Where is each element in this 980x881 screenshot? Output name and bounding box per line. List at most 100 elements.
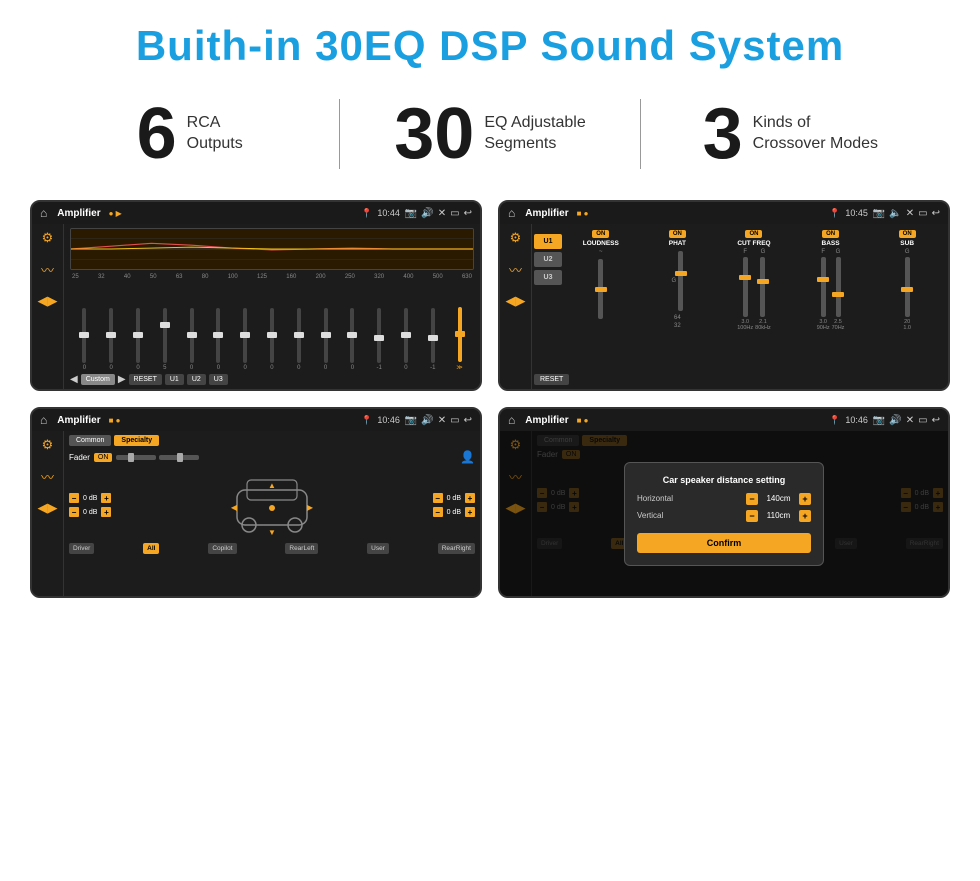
dsp-bass-on[interactable]: ON bbox=[822, 230, 839, 238]
eq-sidebar-icon-2[interactable]: 〰 bbox=[41, 260, 54, 279]
dsp-bass-slider-g[interactable] bbox=[836, 257, 841, 317]
fader-sidebar-icon-1[interactable]: ⚙ bbox=[42, 437, 54, 453]
fader-home-icon[interactable]: ⌂ bbox=[40, 413, 47, 427]
fader-h-track-2[interactable] bbox=[159, 455, 199, 460]
eq-slider-10[interactable] bbox=[324, 308, 328, 363]
db-plus-rr[interactable]: + bbox=[465, 507, 475, 517]
svg-text:▶: ▶ bbox=[307, 503, 314, 512]
dsp-sidebar-icon-1[interactable]: ⚙ bbox=[510, 230, 522, 246]
dsp-sub-on[interactable]: ON bbox=[899, 230, 916, 238]
dialog-vertical-minus[interactable]: − bbox=[746, 510, 758, 522]
dialog-horizontal-value: 140cm bbox=[761, 494, 796, 503]
db-minus-fr[interactable]: − bbox=[433, 493, 443, 503]
dsp-screen-title: Amplifier bbox=[525, 208, 568, 219]
eq-sidebar-icon-1[interactable]: ⚙ bbox=[42, 230, 54, 246]
dsp-sidebar-icon-2[interactable]: 〰 bbox=[509, 260, 522, 279]
car-diagram: ▲ ▼ ◀ ▶ bbox=[117, 470, 426, 540]
fader-screen-title: Amplifier bbox=[57, 415, 100, 426]
fader-sidebar-icon-3[interactable]: ◀▶ bbox=[38, 500, 58, 516]
dialog-vertical-ctrl: − 110cm + bbox=[746, 510, 811, 522]
eq-reset-btn[interactable]: RESET bbox=[129, 374, 162, 385]
sp-btn-driver[interactable]: Driver bbox=[69, 543, 94, 554]
dsp-home-icon[interactable]: ⌂ bbox=[508, 206, 515, 220]
db-plus-fr[interactable]: + bbox=[465, 493, 475, 503]
db-minus-fl[interactable]: − bbox=[69, 493, 79, 503]
dialog-home-icon[interactable]: ⌂ bbox=[508, 413, 515, 427]
eq-next-btn[interactable]: ▶ bbox=[118, 374, 126, 385]
dsp-u3-btn[interactable]: U3 bbox=[534, 270, 562, 285]
eq-slider-3[interactable] bbox=[136, 308, 140, 363]
eq-sidebar-icon-3[interactable]: ◀▶ bbox=[38, 293, 58, 309]
dialog-vertical-plus[interactable]: + bbox=[799, 510, 811, 522]
back-icon: ↩ bbox=[464, 208, 472, 219]
dsp-cutfreq-on[interactable]: ON bbox=[745, 230, 762, 238]
close-icon: ✕ bbox=[438, 208, 446, 219]
dialog-horizontal-plus[interactable]: + bbox=[799, 493, 811, 505]
dsp-sub-group: ON SUB G 20 1.0 bbox=[870, 230, 944, 383]
fader-h-track-1[interactable] bbox=[116, 455, 156, 460]
dsp-controls-area: ON LOUDNESS ~ ON PHAT G 64 bbox=[562, 228, 946, 385]
dsp-loudness-on[interactable]: ON bbox=[592, 230, 609, 238]
fader-sidebar-icon-2[interactable]: 〰 bbox=[41, 467, 54, 486]
home-icon[interactable]: ⌂ bbox=[40, 206, 47, 220]
dsp-bass-label: BASS bbox=[822, 240, 840, 247]
dsp-close-icon: ✕ bbox=[906, 208, 914, 219]
db-val-fl: 0 dB bbox=[81, 495, 99, 502]
eq-slider-9[interactable] bbox=[297, 308, 301, 363]
db-plus-fl[interactable]: + bbox=[101, 493, 111, 503]
fader-person-icon: 👤 bbox=[460, 450, 475, 464]
dsp-loudness-slider[interactable] bbox=[598, 259, 603, 319]
eq-u2-btn[interactable]: U2 bbox=[187, 374, 206, 385]
sp-btn-all[interactable]: All bbox=[143, 543, 159, 554]
sp-btn-copilot[interactable]: Copilot bbox=[208, 543, 236, 554]
eq-slider-14[interactable] bbox=[431, 308, 435, 363]
dsp-phat-slider[interactable] bbox=[678, 251, 683, 311]
fader-status-icons: 📷 🔊 ✕ ▭ ↩ bbox=[405, 415, 472, 426]
eq-slider-2[interactable] bbox=[109, 308, 113, 363]
dsp-sidebar-icon-3[interactable]: ◀▶ bbox=[506, 293, 526, 309]
eq-u1-btn[interactable]: U1 bbox=[165, 374, 184, 385]
dsp-cutfreq-slider-g[interactable] bbox=[760, 257, 765, 317]
dsp-phat-on[interactable]: ON bbox=[669, 230, 686, 238]
fader-window-icon: ▭ bbox=[450, 415, 459, 426]
eq-slider-1[interactable] bbox=[82, 308, 86, 363]
eq-slider-5[interactable] bbox=[190, 308, 194, 363]
dsp-bass-slider-f[interactable] bbox=[821, 257, 826, 317]
eq-slider-7[interactable] bbox=[243, 308, 247, 363]
eq-slider-13[interactable] bbox=[404, 308, 408, 363]
dialog-horizontal-ctrl: − 140cm + bbox=[746, 493, 811, 505]
eq-slider-6[interactable] bbox=[216, 308, 220, 363]
fader-location-icon: 📍 bbox=[361, 415, 372, 426]
fader-on-badge[interactable]: ON bbox=[94, 453, 113, 462]
sp-btn-user[interactable]: User bbox=[367, 543, 389, 554]
dialog-horizontal-minus[interactable]: − bbox=[746, 493, 758, 505]
dialog-window-icon: ▭ bbox=[918, 415, 927, 426]
eq-slider-4[interactable] bbox=[163, 308, 167, 363]
eq-slider-15[interactable] bbox=[458, 307, 462, 362]
eq-prev-btn[interactable]: ◀ bbox=[70, 374, 78, 385]
camera-icon: 📷 bbox=[405, 208, 417, 219]
eq-slider-12[interactable] bbox=[377, 308, 381, 363]
fader-tab-common[interactable]: Common bbox=[69, 435, 111, 446]
eq-custom-btn[interactable]: Custom bbox=[81, 374, 115, 385]
db-plus-rl[interactable]: + bbox=[101, 507, 111, 517]
eq-slider-11[interactable] bbox=[350, 308, 354, 363]
dialog-title: Car speaker distance setting bbox=[637, 475, 811, 485]
db-minus-rl[interactable]: − bbox=[69, 507, 79, 517]
fader-row: Fader ON 👤 bbox=[69, 450, 475, 464]
db-control-fl: − 0 dB + bbox=[69, 493, 111, 503]
dsp-u2-btn[interactable]: U2 bbox=[534, 252, 562, 267]
eq-sidebar: ⚙ 〰 ◀▶ bbox=[32, 224, 64, 389]
sp-btn-rearright[interactable]: RearRight bbox=[438, 543, 475, 554]
eq-u3-btn[interactable]: U3 bbox=[209, 374, 228, 385]
eq-slider-8[interactable] bbox=[270, 308, 274, 363]
db-minus-rr[interactable]: − bbox=[433, 507, 443, 517]
dsp-u1-btn[interactable]: U1 bbox=[534, 234, 562, 249]
fader-tab-specialty[interactable]: Specialty bbox=[114, 435, 159, 446]
dialog-confirm-button[interactable]: Confirm bbox=[637, 533, 811, 553]
dsp-sub-slider[interactable] bbox=[905, 257, 910, 317]
dsp-cutfreq-slider-f[interactable] bbox=[743, 257, 748, 317]
stat-label-eq: EQ AdjustableSegments bbox=[484, 113, 585, 155]
sp-btn-rearleft[interactable]: RearLeft bbox=[285, 543, 318, 554]
stat-number-eq: 30 bbox=[394, 98, 474, 170]
